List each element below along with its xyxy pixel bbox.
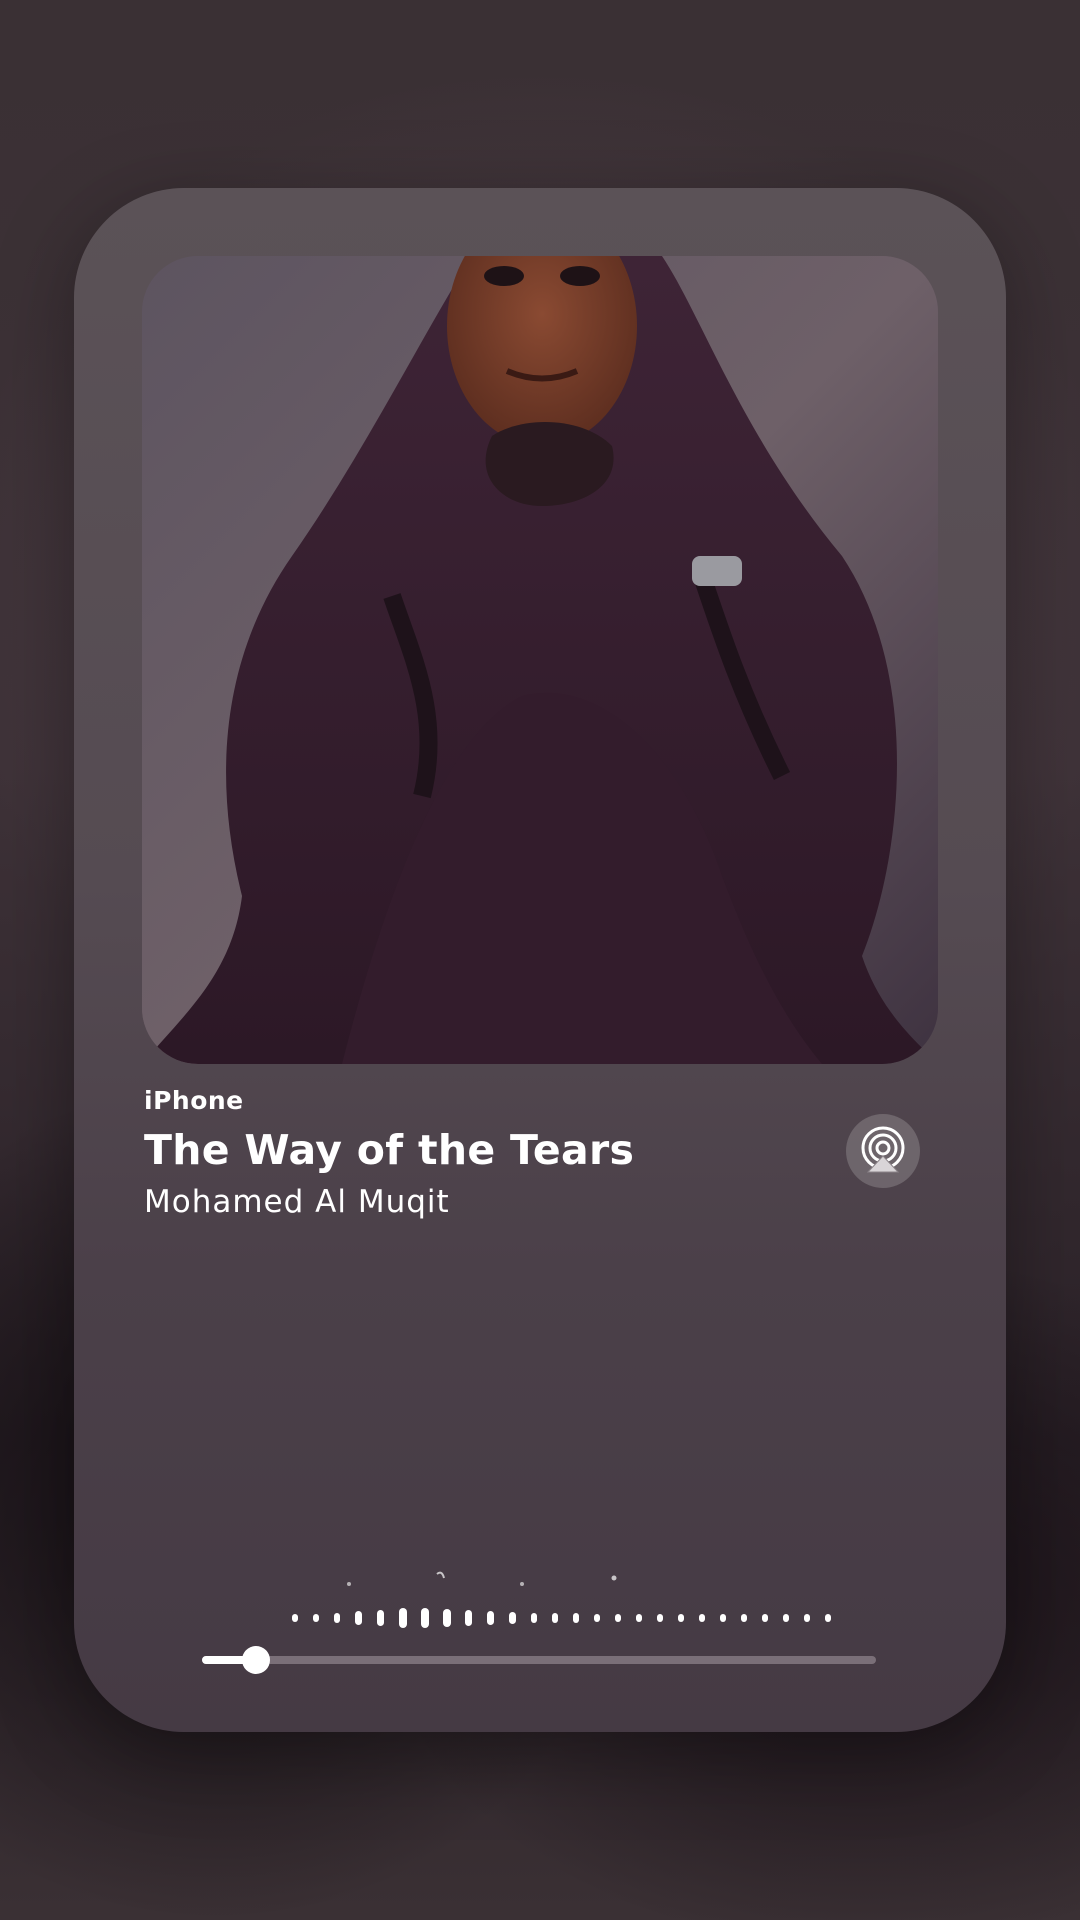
scrubber-track: [202, 1656, 876, 1664]
waveform-sparkles: [347, 1571, 617, 1586]
airplay-button[interactable]: [846, 1114, 920, 1188]
playback-scrubber[interactable]: [202, 1646, 876, 1674]
album-artwork: [142, 256, 938, 1064]
audio-waveform: [292, 1608, 831, 1628]
scrubber-knob[interactable]: [241, 1646, 270, 1674]
song-title: The Way of the Tears: [144, 1126, 635, 1174]
artist-name: Mohamed Al Muqit: [144, 1184, 450, 1220]
output-device-label: iPhone: [144, 1086, 244, 1115]
airplay-icon: [861, 1126, 905, 1173]
screen: iPhone The Way of the Tears Mohamed Al M…: [0, 0, 1080, 1920]
now-playing-card: iPhone The Way of the Tears Mohamed Al M…: [74, 188, 1006, 1732]
